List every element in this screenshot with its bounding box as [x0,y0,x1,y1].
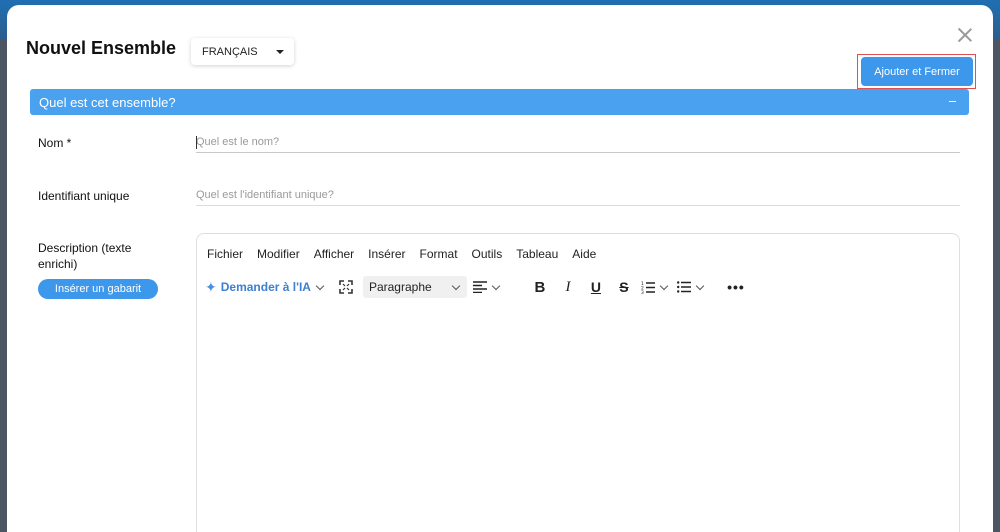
numbered-list-icon: 1 2 3 [641,281,655,294]
rich-text-editor[interactable]: Fichier Modifier Afficher Insérer Format… [196,233,960,532]
editor-toolbar: ✦ Demander à l'IA Paragraphe B I U S 1 2… [205,275,945,299]
section-header[interactable]: Quel est cet ensemble? [30,89,969,115]
menu-table[interactable]: Tableau [516,247,558,261]
numbered-list-dropdown[interactable]: 1 2 3 [641,281,669,294]
more-icon: ••• [727,279,745,295]
bold-icon: B [534,278,546,296]
chevron-down-icon [451,281,461,290]
menu-edit[interactable]: Modifier [257,247,300,261]
insert-template-button[interactable]: Insérer un gabarit [38,279,158,299]
svg-text:3: 3 [641,290,644,294]
text-cursor [196,136,197,149]
fullscreen-icon [339,280,353,294]
more-options-button[interactable]: ••• [725,276,747,298]
strikethrough-button[interactable]: S [613,276,635,298]
underline-icon: U [590,279,602,295]
block-format-value: Paragraphe [368,280,432,294]
sparkle-icon: ✦ [205,278,217,295]
align-left-icon [472,281,487,293]
unique-id-label: Identifiant unique [38,189,130,203]
menu-view[interactable]: Afficher [314,247,354,261]
name-input[interactable] [196,131,960,153]
block-format-select[interactable]: Paragraphe [362,276,467,298]
menu-insert[interactable]: Insérer [368,247,405,261]
name-label: Nom * [38,136,72,150]
chevron-down-icon [695,281,705,290]
language-select-value: FRANÇAIS [202,45,258,58]
new-set-modal: Nouvel Ensemble FRANÇAIS Ajouter et Ferm… [7,5,993,532]
chevron-down-icon [491,281,501,290]
menu-help[interactable]: Aide [572,247,596,261]
italic-icon: I [565,278,571,295]
menu-format[interactable]: Format [420,247,458,261]
italic-button[interactable]: I [557,276,579,298]
modal-title: Nouvel Ensemble [26,38,177,58]
chevron-down-icon [315,281,325,290]
editor-menubar: Fichier Modifier Afficher Insérer Format… [207,247,610,261]
unique-id-input[interactable] [196,184,960,206]
bold-button[interactable]: B [529,276,551,298]
section-title: Quel est cet ensemble? [39,94,176,110]
chevron-down-icon [659,281,669,290]
menu-tools[interactable]: Outils [472,247,503,261]
caret-down-icon [276,50,284,54]
bullet-list-dropdown[interactable] [676,281,705,293]
close-icon[interactable] [957,27,973,43]
ask-ai-button[interactable]: ✦ Demander à l'IA [205,278,325,296]
ask-ai-label: Demander à l'IA [220,280,311,294]
align-dropdown[interactable] [472,281,501,293]
underline-button[interactable]: U [585,276,607,298]
language-select[interactable]: FRANÇAIS [191,38,294,65]
description-label: Description (texte enrichi) [38,241,132,271]
fullscreen-button[interactable] [335,276,357,298]
collapse-icon[interactable] [949,101,956,103]
strikethrough-icon: S [619,279,629,295]
menu-file[interactable]: Fichier [207,247,243,261]
bullet-list-icon [676,281,691,293]
add-and-close-button[interactable]: Ajouter et Fermer [861,57,973,86]
